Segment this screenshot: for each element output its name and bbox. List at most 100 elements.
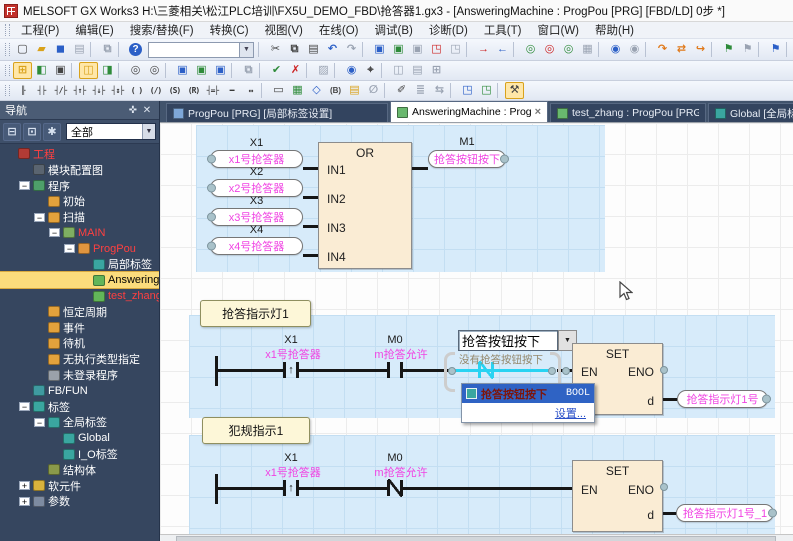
- build-icon[interactable]: ▨: [314, 62, 333, 79]
- fbd-bool-icon[interactable]: (B): [326, 82, 345, 99]
- screen-gray-icon[interactable]: ◳: [446, 41, 465, 58]
- comment-box[interactable]: 抢答指示灯1: [200, 300, 311, 327]
- contact-rising-edge[interactable]: ↑: [283, 362, 299, 378]
- tree-expander-icon[interactable]: [4, 149, 15, 158]
- tab-close-icon[interactable]: ×: [535, 106, 541, 118]
- menu-item[interactable]: 窗口(W): [530, 21, 588, 39]
- device-address[interactable]: X1: [264, 452, 318, 464]
- verify-red-icon[interactable]: ◎: [540, 41, 559, 58]
- menu-item[interactable]: 调试(B): [367, 21, 421, 39]
- coil-set-icon[interactable]: (S): [165, 82, 184, 99]
- monitor-stop-icon[interactable]: ◉: [625, 41, 644, 58]
- flag-clear-icon[interactable]: ⚑: [738, 41, 757, 58]
- horizontal-line-icon[interactable]: ━: [222, 82, 241, 99]
- new-project-icon[interactable]: ▢: [13, 41, 32, 58]
- tree-item-project[interactable]: 工程: [0, 146, 159, 162]
- docking-window-icon[interactable]: ◫: [389, 62, 408, 79]
- program-check-icon[interactable]: ✔: [267, 62, 286, 79]
- tree-expander-icon[interactable]: +: [19, 497, 30, 506]
- tree-expander-icon[interactable]: [49, 434, 60, 443]
- chevron-down-icon[interactable]: ▼: [240, 42, 254, 58]
- tree-expander-icon[interactable]: [34, 339, 45, 348]
- module-icon[interactable]: ▣: [51, 62, 70, 79]
- paste-icon[interactable]: ▤: [304, 41, 323, 58]
- device-batch-icon[interactable]: ▣: [192, 62, 211, 79]
- screen-find-icon[interactable]: ◳: [458, 82, 477, 99]
- tree-expander-icon[interactable]: [34, 355, 45, 364]
- menu-item[interactable]: 工具(T): [476, 21, 530, 39]
- redo-icon[interactable]: ↷: [342, 41, 361, 58]
- contact-both-icon[interactable]: ┤↕├: [108, 82, 127, 99]
- contact-nc-icon[interactable]: ┤/├: [51, 82, 70, 99]
- scrollbar-thumb[interactable]: [176, 536, 776, 541]
- settings-link[interactable]: 设置...: [555, 405, 586, 421]
- tree-item-test-zhang[interactable]: test_zhang: [0, 288, 159, 304]
- screen-copy-icon[interactable]: ⧉: [98, 41, 117, 58]
- menu-item[interactable]: 转换(C): [202, 21, 257, 39]
- verify-green-icon[interactable]: ◎: [559, 41, 578, 58]
- tree-item-io-label[interactable]: I_O标签: [0, 446, 159, 462]
- tree-expander-icon[interactable]: [34, 371, 45, 380]
- menu-item[interactable]: 搜索/替换(F): [122, 21, 202, 39]
- tree-item-struct[interactable]: 结构体: [0, 462, 159, 478]
- paste-option-icon[interactable]: ⧉: [239, 62, 258, 79]
- tree-item-label[interactable]: − 标签: [0, 399, 159, 415]
- step-skip-icon[interactable]: ⇄: [672, 41, 691, 58]
- label-comment[interactable]: x1号抢答器: [257, 346, 329, 362]
- set-function-block[interactable]: SET EN ENO d: [572, 460, 663, 532]
- device-search-icon[interactable]: ⌖: [361, 62, 380, 79]
- keyword-search-combobox[interactable]: ▼: [148, 42, 254, 58]
- window-split-icon[interactable]: ◫: [79, 62, 98, 79]
- read-from-plc-icon[interactable]: ←: [493, 41, 512, 58]
- tree-expander-icon[interactable]: [34, 323, 45, 332]
- tree-expander-icon[interactable]: −: [34, 418, 45, 427]
- tree-item-fb-fun[interactable]: FB/FUN: [0, 383, 159, 399]
- screen-red-icon[interactable]: ◳: [427, 41, 446, 58]
- tree-item-unregistered[interactable]: 未登录程序: [0, 367, 159, 383]
- tab-progpou-local-label[interactable]: ProgPou [PRG] [局部标签设置]: [166, 103, 388, 122]
- flag-set-icon[interactable]: ⚑: [719, 41, 738, 58]
- list-view-icon[interactable]: ▤: [408, 62, 427, 79]
- tree-expander-icon[interactable]: [19, 165, 30, 174]
- close-icon[interactable]: ✕: [140, 105, 154, 116]
- suggest-settings-row[interactable]: 设置...: [462, 403, 594, 422]
- wire-mode-icon[interactable]: ↔: [241, 82, 260, 99]
- tree-item-parameter[interactable]: + 参数: [0, 494, 159, 510]
- menu-item[interactable]: 在线(O): [311, 21, 367, 39]
- tree-expander-icon[interactable]: −: [34, 213, 45, 222]
- navigation-window-icon[interactable]: ⊞: [13, 62, 32, 79]
- device-address[interactable]: M0: [368, 452, 422, 464]
- device-address[interactable]: M1: [428, 136, 506, 148]
- chevron-down-icon[interactable]: ▼: [142, 124, 155, 139]
- verify-gray-icon[interactable]: ▦: [578, 41, 597, 58]
- pin-icon[interactable]: ✜: [126, 105, 140, 116]
- label-comment[interactable]: x1号抢答器: [257, 464, 329, 480]
- fbd-ld-editor-canvas[interactable]: X1 x1号抢答器 X2 x2号抢答器 X3 x3号抢答器 X4 x4号抢答器 …: [160, 122, 793, 541]
- tree-expander-icon[interactable]: [34, 307, 45, 316]
- tree-item-initial[interactable]: 初始: [0, 193, 159, 209]
- tree-filter-combobox[interactable]: 全部 ▼: [66, 123, 156, 140]
- coil-nc-icon[interactable]: (/): [146, 82, 165, 99]
- tree-expander-icon[interactable]: −: [19, 402, 30, 411]
- or-function-block[interactable]: OR IN1 IN2 IN3 IN4: [318, 142, 412, 269]
- ladder-rail-icon[interactable]: ╟: [13, 82, 32, 99]
- tree-item-answeringmachine[interactable]: AnsweringMa: [0, 272, 159, 288]
- tree-item-local-label[interactable]: 局部标签: [0, 257, 159, 273]
- align-icon[interactable]: ≣: [411, 82, 430, 99]
- edit-mode-icon[interactable]: ✐: [392, 82, 411, 99]
- tree-expander-icon[interactable]: [79, 292, 90, 301]
- watch-icon[interactable]: ◉: [342, 62, 361, 79]
- device-address[interactable]: M0: [368, 334, 422, 346]
- tree-expander-icon[interactable]: [49, 450, 60, 459]
- copy-icon[interactable]: ⧉: [285, 41, 304, 58]
- comment-box[interactable]: 犯规指示1: [202, 417, 310, 444]
- crossref-flag-icon[interactable]: ⚑: [766, 41, 785, 58]
- find-icon[interactable]: ◎: [126, 62, 145, 79]
- verify-icon[interactable]: ◎: [521, 41, 540, 58]
- tree-item-standby[interactable]: 待机: [0, 336, 159, 352]
- swap-icon[interactable]: ⇆: [430, 82, 449, 99]
- device-address[interactable]: X4: [210, 224, 303, 236]
- menu-item[interactable]: 工程(P): [13, 21, 67, 39]
- screen-edit-icon[interactable]: ◳: [477, 82, 496, 99]
- fbd-null-icon[interactable]: ∅: [364, 82, 383, 99]
